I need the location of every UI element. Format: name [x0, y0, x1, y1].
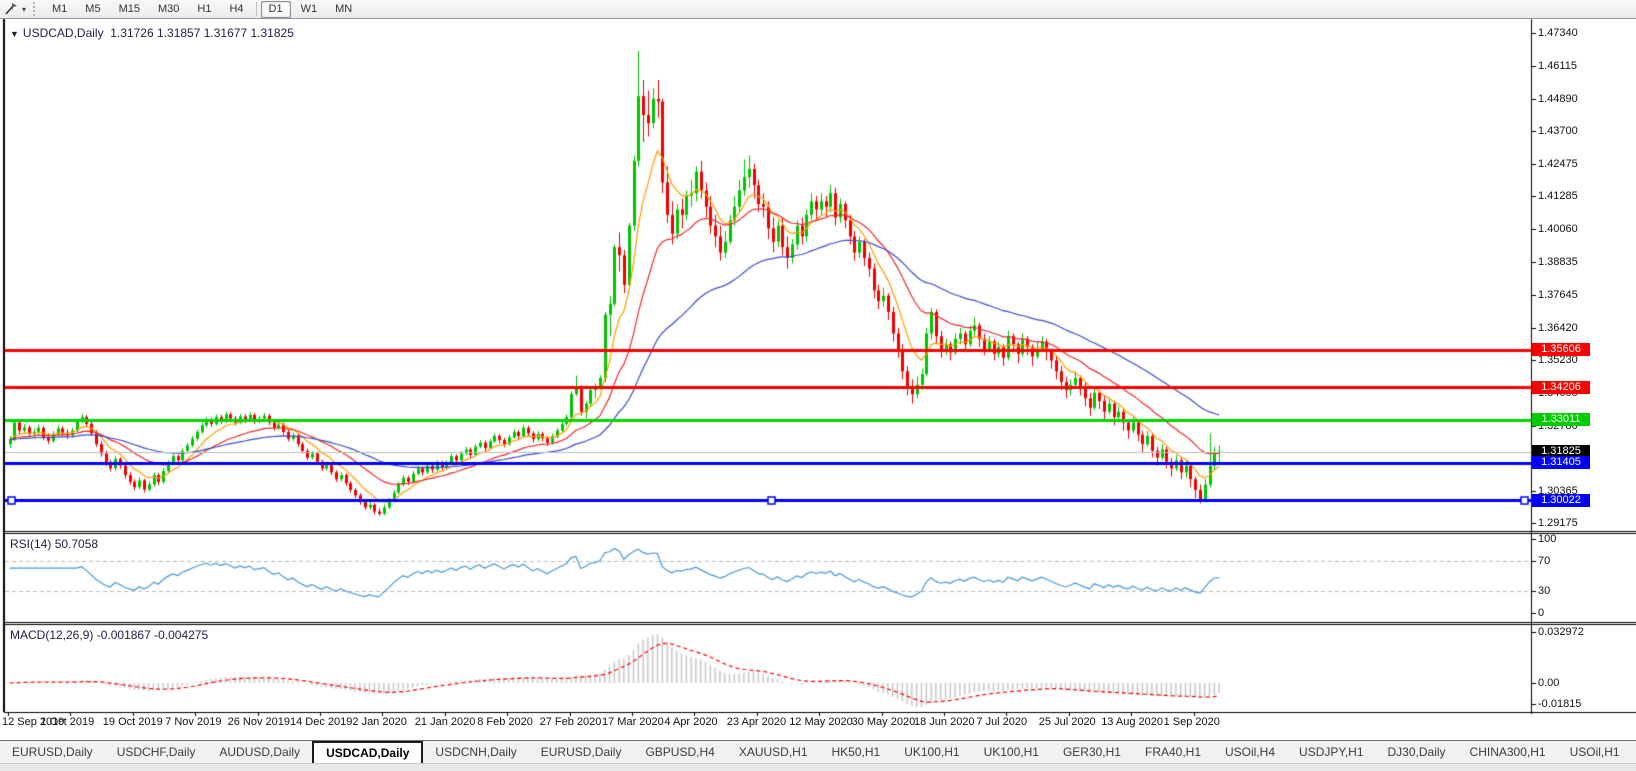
date-axis-label: 1 Oct 2019	[40, 716, 94, 728]
date-axis-label: 21 Jan 2020	[415, 716, 476, 728]
price-axis-tick: 1.47340	[1538, 27, 1578, 39]
tab-usdjpy-h1[interactable]: USDJPY,H1	[1287, 741, 1375, 763]
date-axis-label: 17 Mar 2020	[602, 716, 664, 728]
tab-ger30-h1[interactable]: GER30,H1	[1051, 741, 1133, 763]
cursor-tool-dropdown-icon[interactable]: ▾	[22, 5, 26, 14]
timeframe-m15[interactable]: M15	[111, 1, 148, 18]
rsi-axis-tick: 0	[1538, 607, 1544, 619]
timeframe-mn[interactable]: MN	[327, 1, 360, 18]
timeframe-buttons: M1M5M15M30H1H4 D1W1MN	[43, 1, 361, 18]
tab-uk100-h1[interactable]: UK100,H1	[892, 741, 971, 763]
date-axis-label: 8 Feb 2020	[477, 716, 533, 728]
timeframe-w1[interactable]: W1	[293, 1, 326, 18]
chart-symbol: USDCAD,Daily	[23, 26, 104, 40]
tab-usdcnh-daily[interactable]: USDCNH,Daily	[423, 741, 528, 763]
tab-bar-strip	[0, 763, 1636, 771]
price-axis-tick: 1.44890	[1538, 93, 1578, 105]
macd-axis-tick: 0.032972	[1538, 626, 1584, 638]
date-axis-label: 7 Jul 2020	[976, 716, 1027, 728]
quote-low: 1.31677	[204, 26, 247, 40]
price-axis-tick: 1.29175	[1538, 517, 1578, 529]
date-axis-label: 30 May 2020	[852, 716, 916, 728]
price-axis-tick: 1.38835	[1538, 256, 1578, 268]
price-badge: 1.34206	[1532, 381, 1590, 394]
tab-fra40-h1[interactable]: FRA40,H1	[1133, 741, 1213, 763]
rsi-name: RSI(14)	[10, 537, 51, 551]
price-badge: 1.33011	[1532, 413, 1590, 426]
tab-dj30-daily[interactable]: DJ30,Daily	[1376, 741, 1458, 763]
rsi-axis-tick: 70	[1538, 555, 1550, 567]
quote-open: 1.31726	[110, 26, 153, 40]
tab-china300-h1[interactable]: CHINA300,H1	[1458, 741, 1558, 763]
timeframe-h1[interactable]: H1	[189, 1, 219, 18]
date-axis-label: 26 Nov 2019	[228, 716, 290, 728]
price-axis-tick: 1.36420	[1538, 322, 1578, 334]
rsi-value: 50.7058	[55, 537, 98, 551]
date-axis-label: 27 Feb 2020	[540, 716, 602, 728]
macd-name: MACD(12,26,9)	[10, 628, 93, 642]
chart-tab-bar: EURUSD,DailyUSDCHF,DailyAUDUSD,DailyUSDC…	[0, 733, 1636, 769]
price-axis-tick: 1.37645	[1538, 289, 1578, 301]
macd-values: -0.001867 -0.004275	[97, 628, 208, 642]
date-axis-label: 13 Aug 2020	[1101, 716, 1163, 728]
tab-usdcad-daily[interactable]: USDCAD,Daily	[312, 741, 423, 763]
toolbar-separator	[256, 2, 257, 16]
price-axis-tick: 1.46115	[1538, 60, 1577, 72]
date-axis-label: 23 Apr 2020	[727, 716, 786, 728]
macd-axis-tick: -0.01815	[1538, 698, 1581, 710]
date-axis-label: 18 Jun 2020	[914, 716, 975, 728]
macd-axis-tick: 0.00	[1538, 677, 1559, 689]
price-axis-tick: 1.41285	[1538, 190, 1578, 202]
date-axis-label: 4 Apr 2020	[664, 716, 717, 728]
tab-hk50-h1[interactable]: HK50,H1	[820, 741, 893, 763]
chart-title: ▼ USDCAD,Daily 1.31726 1.31857 1.31677 1.…	[10, 26, 294, 40]
tab-xauusd-h1[interactable]: XAUUSD,H1	[727, 741, 820, 763]
timeframe-m5[interactable]: M5	[77, 1, 108, 18]
mt4-terminal: { "toolbar": { "timeframes": ["M1","M5",…	[0, 0, 1636, 769]
date-axis-label: 7 Nov 2019	[165, 716, 221, 728]
tab-eurusd-daily[interactable]: EURUSD,Daily	[529, 741, 634, 763]
timeframe-m1[interactable]: M1	[44, 1, 75, 18]
chart-canvas[interactable]	[0, 0, 1636, 733]
macd-label: MACD(12,26,9) -0.001867 -0.004275	[10, 628, 208, 642]
tab-uk100-h1[interactable]: UK100,H1	[972, 741, 1051, 763]
tab-gbpusd-h4[interactable]: GBPUSD,H4	[633, 741, 726, 763]
date-axis-label: 25 Jul 2020	[1039, 716, 1096, 728]
date-axis-label: 12 May 2020	[789, 716, 853, 728]
tab-row: EURUSD,DailyUSDCHF,DailyAUDUSD,DailyUSDC…	[0, 740, 1636, 763]
symbol-dropdown-icon[interactable]: ▼	[10, 29, 19, 39]
cursor-tool-button[interactable]: ▾	[0, 0, 30, 18]
price-badge: 1.35606	[1532, 343, 1590, 356]
price-axis-tick: 1.42475	[1538, 158, 1578, 170]
date-axis-label: 19 Oct 2019	[103, 716, 163, 728]
price-axis-tick: 1.40060	[1538, 223, 1578, 235]
tab-audusd-daily[interactable]: AUDUSD,Daily	[207, 741, 312, 763]
cursor-tool-icon	[4, 2, 20, 16]
price-axis-tick: 1.43700	[1538, 125, 1578, 137]
tab-bar-gap	[0, 733, 1636, 740]
quote-high: 1.31857	[157, 26, 200, 40]
date-axis-label: 14 Dec 2019	[290, 716, 352, 728]
rsi-axis-tick: 30	[1538, 585, 1550, 597]
timeframe-toolbar: ▾ M1M5M15M30H1H4 D1W1MN	[0, 0, 1636, 19]
tab-eurusd-daily[interactable]: EURUSD,Daily	[0, 741, 105, 763]
date-axis-label: 1 Sep 2020	[1164, 716, 1220, 728]
rsi-label: RSI(14) 50.7058	[10, 537, 98, 551]
timeframe-d1[interactable]: D1	[261, 1, 291, 18]
tab-usoil-h4[interactable]: USOil,H4	[1213, 741, 1287, 763]
rsi-axis-tick: 100	[1538, 533, 1556, 545]
price-badge: 1.31405	[1532, 456, 1590, 469]
date-axis-label: 2 Jan 2020	[352, 716, 406, 728]
toolbar-grip	[33, 2, 40, 16]
tab-usoil-h1[interactable]: USOil,H1	[1558, 741, 1632, 763]
quote-close: 1.31825	[250, 26, 293, 40]
timeframe-m30[interactable]: M30	[150, 1, 187, 18]
tab-usdchf-daily[interactable]: USDCHF,Daily	[105, 741, 208, 763]
timeframe-h4[interactable]: H4	[221, 1, 251, 18]
price-badge: 1.30022	[1532, 494, 1590, 507]
